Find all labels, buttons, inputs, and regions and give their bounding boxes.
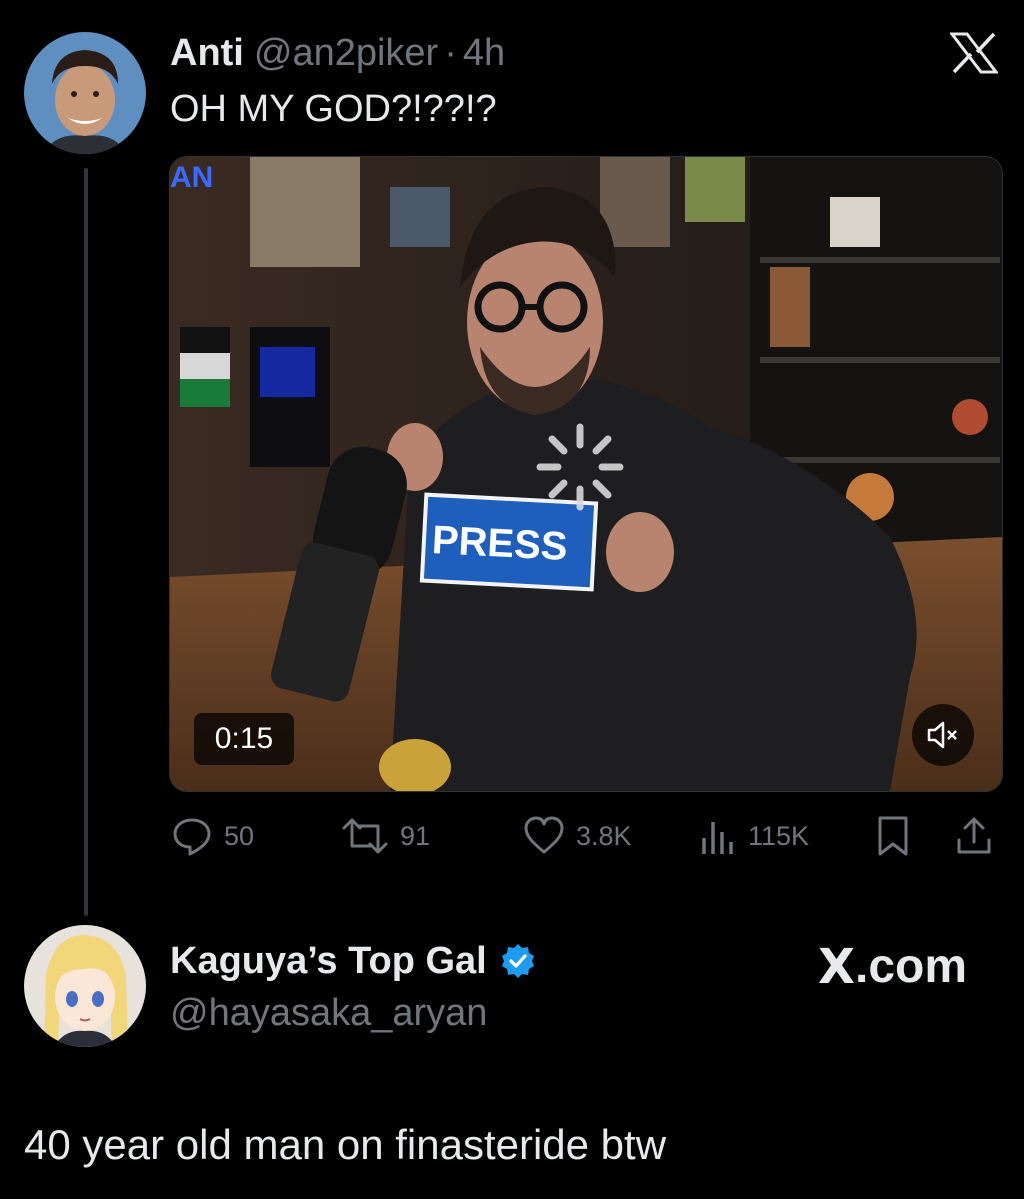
site-watermark-label: .com — [855, 940, 968, 993]
press-badge-text: PRESS — [431, 518, 569, 569]
svg-text:AN: AN — [170, 161, 213, 194]
reply-author-handle[interactable]: @hayasaka_aryan — [170, 990, 487, 1036]
views-chart-icon — [702, 822, 733, 854]
retweet-count: 91 — [400, 820, 431, 851]
video-player[interactable]: AN PRESS — [169, 156, 1003, 792]
reply-author-name[interactable]: Kaguya’s Top Gal — [170, 938, 487, 984]
like-action[interactable]: 3.8K — [522, 812, 632, 860]
reply-author-avatar[interactable] — [24, 925, 146, 1047]
heart-icon — [524, 816, 564, 854]
bookmark-action[interactable] — [876, 812, 910, 860]
author-name[interactable]: Anti — [170, 32, 244, 74]
site-watermark: X .com — [818, 938, 967, 996]
author-handle[interactable]: @an2piker — [254, 32, 438, 74]
like-count: 3.8K — [576, 820, 632, 851]
views-action[interactable]: 115K — [698, 812, 809, 860]
site-watermark-mark: X — [818, 939, 856, 995]
views-count: 115K — [748, 820, 810, 851]
mute-button[interactable] — [912, 704, 974, 766]
separator-dot: · — [444, 32, 457, 74]
retweet-icon — [342, 818, 388, 854]
retweet-action[interactable]: 91 — [340, 812, 430, 860]
share-action[interactable] — [954, 812, 994, 860]
tweet-timestamp[interactable]: 4h — [463, 32, 505, 74]
author-avatar[interactable] — [24, 32, 146, 154]
share-icon — [957, 817, 991, 854]
reply-icon — [173, 818, 211, 856]
verified-badge-icon — [501, 944, 534, 978]
reply-count: 50 — [224, 820, 255, 851]
thread-connector-line — [84, 168, 88, 916]
tweet-text: OH MY GOD?!??!? — [170, 88, 497, 130]
reply-action[interactable]: 50 — [170, 812, 254, 860]
x-logo-icon — [950, 32, 998, 74]
tweet-header: Anti @an2piker · 4h — [170, 30, 505, 76]
reply-text: 40 year old man on finasteride btw — [24, 1121, 667, 1168]
reply-author-header: Kaguya’s Top Gal — [170, 938, 537, 984]
speaker-muted-icon — [927, 721, 957, 749]
bookmark-icon — [878, 816, 908, 856]
video-duration-badge: 0:15 — [194, 713, 294, 765]
